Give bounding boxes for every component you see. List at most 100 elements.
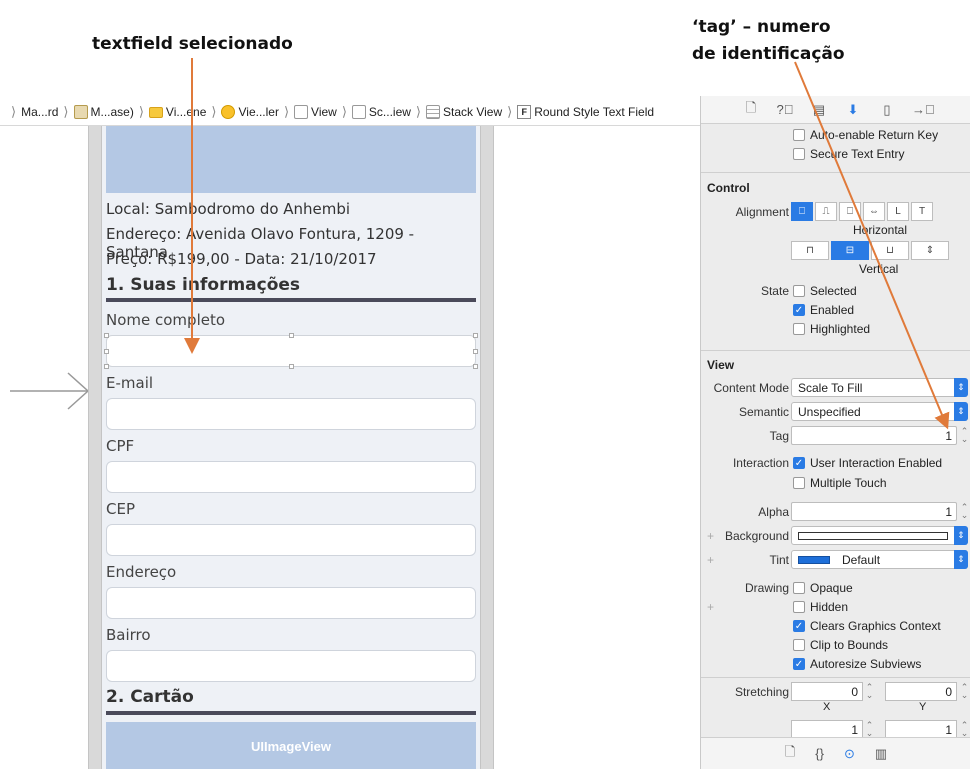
section-title-1[interactable]: 1. Suas informações xyxy=(106,275,300,295)
breadcrumb-item-base[interactable]: M...ase) xyxy=(73,105,134,119)
resize-handle[interactable] xyxy=(289,333,294,338)
field-label-email[interactable]: E-mail xyxy=(106,374,153,392)
align-fill-icon[interactable]: ⇔ xyxy=(863,202,885,221)
content-mode-popup[interactable]: Scale To Fill ⇕ xyxy=(791,378,968,397)
resize-handle[interactable] xyxy=(104,364,109,369)
align-bottom-icon[interactable]: ⊔ xyxy=(871,241,909,260)
code-snippet-icon[interactable]: {} xyxy=(815,746,824,761)
nome-text-field[interactable] xyxy=(104,333,478,369)
field-label-nome[interactable]: Nome completo xyxy=(106,311,225,329)
hidden-checkbox[interactable] xyxy=(793,600,805,613)
help-icon[interactable]: ?⃝ xyxy=(776,102,794,117)
secure-text-entry-checkbox[interactable] xyxy=(793,147,805,160)
highlighted-label: Highlighted xyxy=(810,321,871,336)
horizontal-alignment-control[interactable]: ⎕ ⎍ ⎕ ⇔ L T xyxy=(791,202,933,221)
align-trailing-icon[interactable]: T xyxy=(911,202,933,221)
chevron-right-icon: ⟩ xyxy=(63,104,69,119)
align-right-icon[interactable]: ⎕ xyxy=(839,202,861,221)
plus-icon[interactable]: + xyxy=(707,600,714,614)
autoresize-subviews-checkbox[interactable]: ✓ xyxy=(793,657,805,670)
interaction-label: Interaction xyxy=(732,455,789,470)
endereco-text-field[interactable] xyxy=(106,587,476,619)
clip-to-bounds-checkbox[interactable] xyxy=(793,638,805,651)
info-local[interactable]: Local: Sambodromo do Anhembi xyxy=(106,200,350,218)
alignment-label: Alignment xyxy=(735,204,789,219)
auto-enable-return-key-checkbox[interactable] xyxy=(793,128,805,141)
section-divider xyxy=(106,298,476,302)
alpha-field[interactable]: 1 xyxy=(791,502,957,521)
align-center-icon[interactable]: ⎍ xyxy=(815,202,837,221)
resize-handle[interactable] xyxy=(104,333,109,338)
breadcrumb-item-text-field[interactable]: F Round Style Text Field xyxy=(517,105,654,119)
resize-handle[interactable] xyxy=(473,349,478,354)
selected-label: Selected xyxy=(810,283,857,298)
info-preco[interactable]: Preço: R$199,00 - Data: 21/10/2017 xyxy=(106,250,377,268)
align-vfill-icon[interactable]: ⇕ xyxy=(911,241,949,260)
opaque-label: Opaque xyxy=(810,580,853,595)
state-label: State xyxy=(760,283,789,298)
resize-handle[interactable] xyxy=(473,364,478,369)
resize-handle[interactable] xyxy=(473,333,478,338)
align-leading-icon[interactable]: L xyxy=(887,202,909,221)
tag-stepper-icon[interactable]: ⌃ ⌄ xyxy=(960,427,969,444)
clears-graphics-context-checkbox[interactable]: ✓ xyxy=(793,619,805,632)
chevron-right-icon: ⟩ xyxy=(507,104,513,119)
plus-icon[interactable]: + xyxy=(707,529,714,543)
field-label-cep[interactable]: CEP xyxy=(106,500,135,518)
connections-icon[interactable]: →⃝ xyxy=(912,102,935,117)
vertical-alignment-control[interactable]: ⊓ ⊟ ⊔ ⇕ xyxy=(791,241,949,260)
align-top-icon[interactable]: ⊓ xyxy=(791,241,829,260)
email-text-field[interactable] xyxy=(106,398,476,430)
attributes-icon[interactable]: ⬇ xyxy=(844,102,862,118)
storyboard-canvas[interactable]: Local: Sambodromo do Anhembi Endereço: A… xyxy=(0,125,700,769)
image-view-top[interactable] xyxy=(106,126,476,193)
resize-handle[interactable] xyxy=(104,349,109,354)
alpha-stepper-icon[interactable]: ⌃ ⌄ xyxy=(960,503,969,520)
stretch-y-stepper-icon[interactable]: ⌃ ⌄ xyxy=(960,683,969,700)
field-label-bairro[interactable]: Bairro xyxy=(106,626,151,644)
section-divider xyxy=(106,711,476,715)
field-label-endereco[interactable]: Endereço xyxy=(106,563,176,581)
section-title-2[interactable]: 2. Cartão xyxy=(106,687,194,707)
bairro-text-field[interactable] xyxy=(106,650,476,682)
cpf-text-field[interactable] xyxy=(106,461,476,493)
media-library-icon[interactable]: ▥ xyxy=(875,746,887,762)
stretch-x-stepper-icon[interactable]: ⌃ ⌄ xyxy=(865,683,874,700)
field-label-cpf[interactable]: CPF xyxy=(106,437,134,455)
breadcrumb-item-stack-view[interactable]: Stack View xyxy=(426,105,502,119)
selected-checkbox[interactable] xyxy=(793,284,805,297)
breadcrumb-item-view[interactable]: View xyxy=(294,105,337,119)
tag-label: Tag xyxy=(769,428,789,443)
align-left-icon[interactable]: ⎕ xyxy=(791,202,813,221)
size-icon[interactable]: ▯ xyxy=(878,102,896,118)
file-icon[interactable]: 🗋 xyxy=(742,99,760,121)
highlighted-checkbox[interactable] xyxy=(793,322,805,335)
resize-handle[interactable] xyxy=(289,364,294,369)
tag-field[interactable]: 1 xyxy=(791,426,957,445)
breadcrumb-item-main-storyboard[interactable]: Ma...rd xyxy=(21,105,58,119)
chevron-right-icon: ⟩ xyxy=(415,104,421,119)
breadcrumb-item-view-controller[interactable]: Vie...ler xyxy=(221,105,279,119)
cep-text-field[interactable] xyxy=(106,524,476,556)
stretch-width-stepper-icon[interactable]: ⌃ ⌄ xyxy=(865,721,874,738)
tint-color-well[interactable]: Default ⇕ xyxy=(791,550,968,569)
image-view-bottom[interactable]: UIImageView xyxy=(106,722,476,769)
breadcrumb-item-scroll-view[interactable]: Sc...iew xyxy=(351,105,411,119)
background-color-well[interactable]: ⇕ xyxy=(791,526,968,545)
stretch-x-field[interactable]: 0 xyxy=(791,682,863,701)
multiple-touch-checkbox[interactable] xyxy=(793,476,805,489)
text-field-icon: F xyxy=(517,105,532,119)
identity-icon[interactable]: ▤ xyxy=(810,102,828,118)
file-template-icon[interactable]: 🗋 xyxy=(785,743,795,765)
opaque-checkbox[interactable] xyxy=(793,581,805,594)
object-library-icon[interactable]: ⊙ xyxy=(844,746,855,762)
semantic-popup[interactable]: Unspecified ⇕ xyxy=(791,402,968,421)
updown-icon: ⇕ xyxy=(954,550,968,569)
enabled-checkbox[interactable]: ✓ xyxy=(793,303,805,316)
breadcrumb-item-scene[interactable]: Vi...ene xyxy=(148,105,206,119)
stretch-height-stepper-icon[interactable]: ⌃ ⌄ xyxy=(960,721,969,738)
user-interaction-enabled-checkbox[interactable]: ✓ xyxy=(793,456,805,469)
align-middle-icon[interactable]: ⊟ xyxy=(831,241,869,260)
plus-icon[interactable]: + xyxy=(707,553,714,567)
stretch-y-field[interactable]: 0 xyxy=(885,682,957,701)
